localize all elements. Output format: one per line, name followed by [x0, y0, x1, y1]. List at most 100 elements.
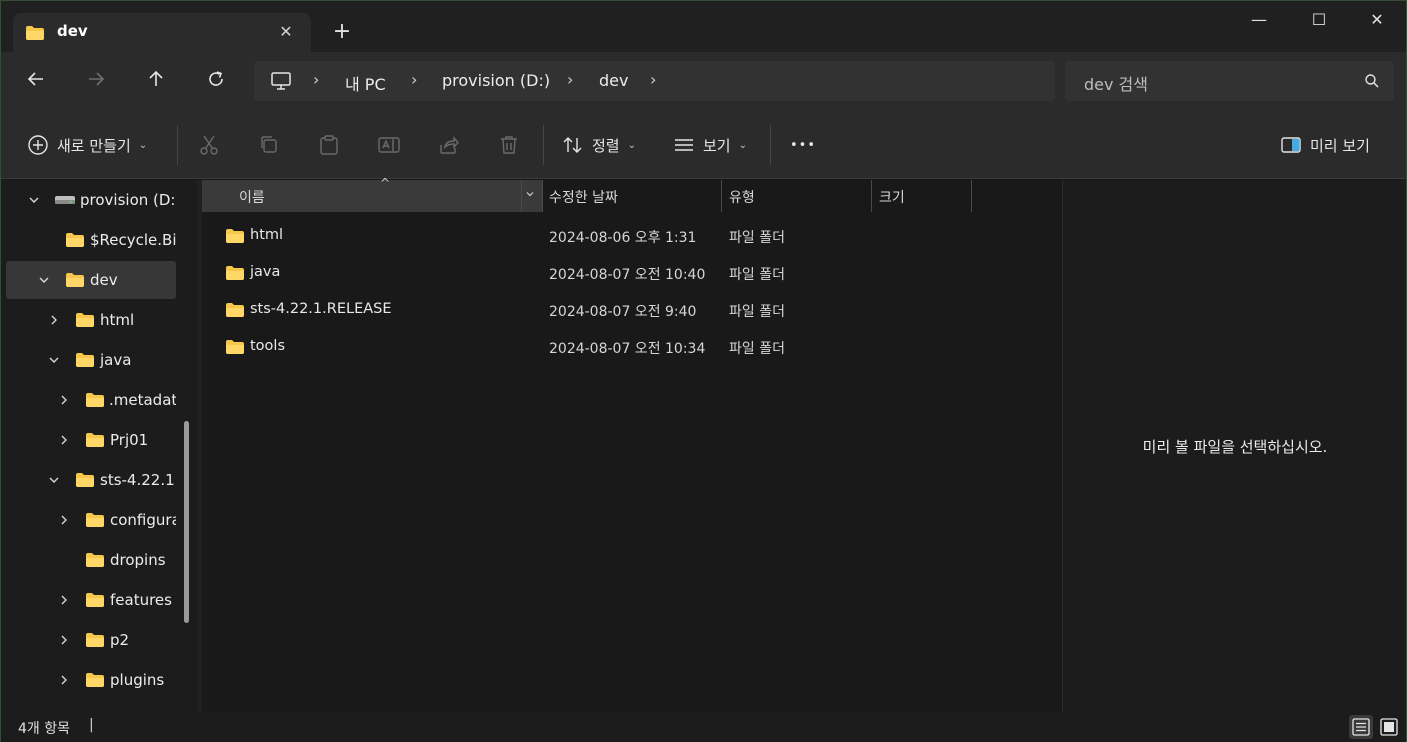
tree-item-html[interactable]: html — [6, 301, 176, 339]
column-divider — [521, 180, 522, 212]
rename-icon[interactable] — [377, 133, 401, 157]
command-bar: 새로 만들기 ⌄ 정렬 ⌄ 보기 ⌄ ••• 미리 보기 — [1, 111, 1406, 179]
folder-icon — [25, 25, 45, 45]
breadcrumb-dev[interactable]: dev — [599, 71, 628, 90]
chevron-right-icon[interactable] — [57, 593, 71, 607]
tree-item-configuration[interactable]: configurat — [6, 501, 176, 539]
tab-dev[interactable]: dev ✕ — [13, 13, 311, 52]
preview-button[interactable]: 미리 보기 — [1280, 133, 1370, 157]
tiles-view-button[interactable] — [1377, 715, 1401, 739]
paste-icon[interactable] — [317, 133, 341, 157]
minimize-button[interactable]: — — [1236, 3, 1282, 37]
sort-button[interactable]: 정렬 ⌄ — [562, 133, 636, 157]
tree-item-label: $Recycle.Bin — [90, 231, 176, 249]
column-header-size[interactable]: 크기 — [872, 180, 972, 212]
chevron-right-icon[interactable] — [57, 433, 71, 447]
folder-icon — [75, 312, 95, 332]
chevron-right-icon[interactable] — [57, 393, 71, 407]
file-row-java[interactable]: java 2024-08-07 오전 10:40 파일 폴더 — [202, 255, 1062, 292]
sort-icon — [563, 137, 582, 153]
tree-item-plugins[interactable]: plugins — [6, 661, 176, 699]
chevron-right-icon[interactable] — [57, 633, 71, 647]
file-row-sts[interactable]: sts-4.22.1.RELEASE 2024-08-07 오전 9:40 파일… — [202, 292, 1062, 329]
nav-scrollbar[interactable] — [184, 421, 189, 623]
chevron-down-icon[interactable] — [47, 473, 61, 487]
file-name: html — [250, 227, 284, 243]
chevron-down-icon[interactable] — [27, 193, 41, 207]
refresh-icon — [209, 71, 223, 86]
close-window-button[interactable]: ✕ — [1354, 3, 1400, 37]
tree-item-recycle-bin[interactable]: $Recycle.Bin — [6, 221, 176, 259]
chevron-down-icon[interactable] — [524, 188, 536, 204]
tree-item-prj01[interactable]: Prj01 — [6, 421, 176, 459]
column-header-type[interactable]: 유형 — [722, 180, 872, 212]
computer-icon — [270, 71, 292, 95]
new-button-label: 새로 만들기 — [57, 136, 131, 155]
address-bar[interactable]: › 내 PC › provision (D:) › dev › — [254, 61, 1055, 101]
up-button[interactable] — [141, 67, 171, 97]
chevron-down-icon[interactable] — [47, 353, 61, 367]
chevron-right-icon: › — [313, 70, 320, 89]
details-view-button[interactable] — [1349, 715, 1373, 739]
search-input[interactable]: dev 검색 — [1084, 71, 1148, 95]
chevron-down-icon[interactable] — [37, 273, 51, 287]
tree-item-dev[interactable]: dev — [6, 261, 176, 299]
close-tab-button[interactable]: ✕ — [275, 21, 297, 43]
delete-icon[interactable] — [497, 133, 521, 157]
tree-item-label: provision (D:) — [80, 191, 176, 209]
chevron-right-icon[interactable] — [57, 673, 71, 687]
column-header-date[interactable]: 수정한 날짜 — [542, 180, 722, 212]
new-button[interactable]: 새로 만들기 ⌄ — [27, 133, 147, 157]
tree-item-label: sts-4.22.1.RI — [100, 471, 176, 489]
tree-item-p2[interactable]: p2 — [6, 621, 176, 659]
copy-icon[interactable] — [257, 133, 281, 157]
chevron-right-icon[interactable] — [47, 313, 61, 327]
back-button[interactable] — [21, 67, 51, 97]
tree-item-sts[interactable]: sts-4.22.1.RI — [6, 461, 176, 499]
back-arrow-icon — [27, 72, 43, 86]
more-options-button[interactable]: ••• — [790, 133, 816, 157]
file-row-html[interactable]: html 2024-08-06 오후 1:31 파일 폴더 — [202, 218, 1062, 255]
tree-item-label: .metadata — [109, 391, 176, 409]
tree-item-label: features — [110, 591, 172, 609]
file-type: 파일 폴더 — [729, 267, 785, 283]
folder-icon — [65, 232, 85, 252]
file-date: 2024-08-06 오후 1:31 — [549, 230, 697, 246]
breadcrumb-provision[interactable]: provision (D:) — [442, 71, 550, 90]
folder-icon — [225, 265, 245, 285]
status-bar: 4개 항목 | — [1, 712, 1406, 742]
file-name: tools — [250, 338, 286, 354]
sort-ascending-icon: ^ — [380, 176, 391, 190]
cut-icon[interactable] — [197, 133, 221, 157]
chevron-down-icon: ⌄ — [738, 139, 747, 151]
preview-pane-icon — [1281, 137, 1301, 153]
search-box[interactable]: dev 검색 — [1065, 61, 1394, 101]
tree-item-metadata[interactable]: .metadata — [6, 381, 176, 419]
chevron-down-icon: ⌄ — [138, 139, 148, 151]
view-list-icon — [675, 139, 693, 151]
tree-item-dropins[interactable]: dropins — [6, 541, 176, 579]
drive-icon — [54, 193, 76, 211]
refresh-button[interactable] — [201, 67, 231, 97]
chevron-right-icon[interactable] — [57, 513, 71, 527]
column-divider[interactable] — [971, 180, 972, 212]
search-icon[interactable] — [1364, 73, 1380, 93]
file-date: 2024-08-07 오전 10:34 — [549, 341, 706, 357]
tree-item-provision[interactable]: provision (D:) — [6, 181, 176, 219]
column-header-name[interactable]: 이름 ^ — [202, 176, 542, 212]
tree-item-java[interactable]: java — [6, 341, 176, 379]
view-button[interactable]: 보기 ⌄ — [673, 133, 747, 157]
share-icon[interactable] — [437, 133, 461, 157]
tree-item-features[interactable]: features — [6, 581, 176, 619]
maximize-button[interactable]: ☐ — [1296, 3, 1342, 37]
tree-item-label: plugins — [110, 671, 165, 689]
forward-button[interactable] — [81, 67, 111, 97]
navigation-bar: › 내 PC › provision (D:) › dev › dev 검색 — [1, 52, 1406, 111]
file-row-tools[interactable]: tools 2024-08-07 오전 10:34 파일 폴더 — [202, 329, 1062, 366]
new-tab-button[interactable]: + — [329, 19, 355, 45]
chevron-right-icon: › — [567, 70, 574, 89]
tree-item-label: configurat — [110, 511, 176, 529]
preview-message: 미리 볼 파일을 선택하십시오. — [1142, 438, 1328, 456]
column-header-label: 수정한 날짜 — [549, 190, 618, 206]
breadcrumb-this-pc[interactable]: 내 PC — [345, 71, 386, 95]
